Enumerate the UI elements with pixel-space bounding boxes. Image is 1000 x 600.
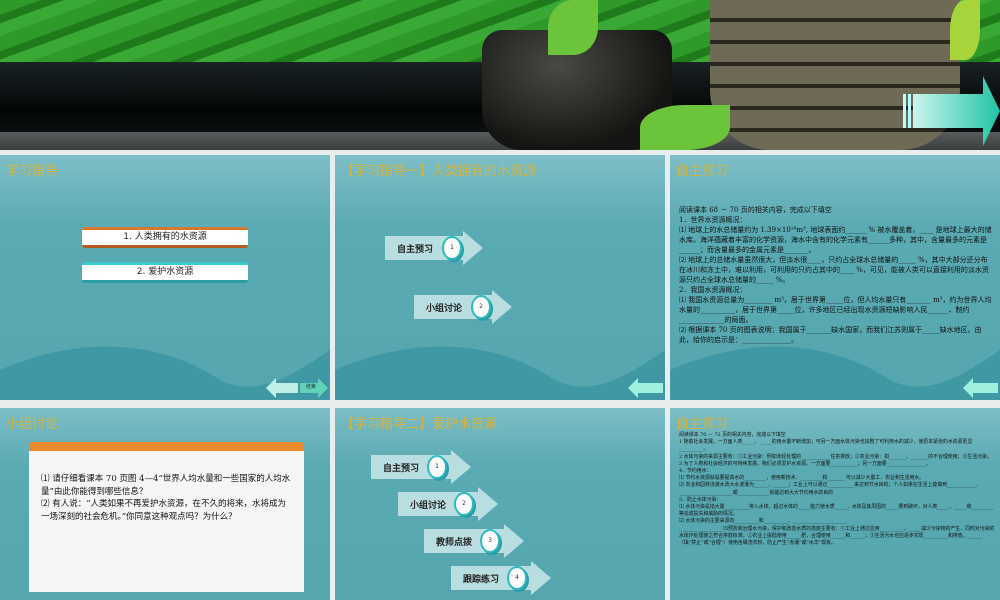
mint-leaves-image bbox=[640, 105, 730, 150]
wave-decoration bbox=[335, 346, 665, 400]
step-number: 4 bbox=[507, 566, 527, 590]
slide-title: 小组讨论 bbox=[6, 417, 59, 432]
slide-thumbnail-1[interactable]: 学习指导 1. 人类拥有的水资源 2. 爱护水资源 结束 bbox=[0, 155, 330, 400]
slide-title: 【学习指导二】爱护水资源 bbox=[341, 417, 498, 432]
leaf-image bbox=[950, 0, 980, 60]
title-slide-banner[interactable] bbox=[0, 0, 1000, 150]
step-self-study[interactable]: 自主预习 1 bbox=[371, 450, 481, 484]
step-label: 小组讨论 bbox=[426, 304, 463, 314]
fill-in-text: 阅读课本 68 － 70 页的相关内容，完成以下填空 1．世界水资源概况： ⑴ … bbox=[679, 206, 992, 344]
slide-thumbnail-2[interactable]: 【学习指导一】人类拥有的水资源 自主预习 1 小组讨论 2 bbox=[335, 155, 665, 400]
step-self-study[interactable]: 自主预习 1 bbox=[385, 231, 495, 265]
step-group-discussion[interactable]: 小组讨论 2 bbox=[398, 487, 508, 521]
discussion-text: ⑴ 请仔细看课本 70 页图 4—4“世界人均水量和一些国家的人均水量”由此你能… bbox=[41, 474, 291, 522]
slide-thumbnail-3[interactable]: 自主预习 阅读课本 68 － 70 页的相关内容，完成以下填空 1．世界水资源概… bbox=[670, 155, 1000, 400]
step-practice[interactable]: 跟踪练习 4 bbox=[451, 561, 561, 595]
step-label: 小组讨论 bbox=[410, 501, 447, 511]
step-teacher-guidance[interactable]: 教师点拨 3 bbox=[424, 524, 534, 558]
step-number: 2 bbox=[471, 295, 491, 319]
nav-arrows-button[interactable]: 结束 bbox=[266, 378, 328, 398]
slide-title: 【学习指导一】人类拥有的水资源 bbox=[341, 164, 537, 179]
back-arrow-icon[interactable] bbox=[628, 378, 663, 398]
fill-in-text: 阅读课本 70 － 72 页的相关内容，完成以下填空 1 随着社会发展，一方面人… bbox=[679, 432, 995, 547]
step-label: 跟踪练习 bbox=[463, 575, 500, 585]
slide-title: 学习指导 bbox=[6, 164, 59, 179]
slide-thumbnail-4[interactable]: 小组讨论 ⑴ 请仔细看课本 70 页图 4—4“世界人均水量和一些国家的人均水量… bbox=[0, 408, 330, 600]
back-arrow-icon[interactable] bbox=[963, 378, 998, 398]
step-group-discussion[interactable]: 小组讨论 2 bbox=[414, 290, 524, 324]
nav-end-label: 结束 bbox=[306, 384, 317, 390]
double-arrow-icon bbox=[266, 378, 328, 398]
slide-title: 自主预习 bbox=[676, 164, 729, 179]
step-number: 3 bbox=[480, 529, 500, 553]
slide-thumbnail-6[interactable]: 自主预习 阅读课本 70 － 72 页的相关内容，完成以下填空 1 随着社会发展… bbox=[670, 408, 1000, 600]
menu-item-water-resources[interactable]: 1. 人类拥有的水资源 bbox=[82, 227, 248, 248]
discussion-card: ⑴ 请仔细看课本 70 页图 4—4“世界人均水量和一些国家的人均水量”由此你能… bbox=[29, 442, 304, 592]
slide-title: 自主预习 bbox=[676, 417, 729, 432]
step-number: 1 bbox=[427, 455, 447, 479]
next-arrow-icon[interactable] bbox=[903, 76, 1000, 146]
mint-leaf-image bbox=[548, 0, 598, 55]
step-label: 教师点拨 bbox=[436, 538, 473, 548]
step-label: 自主预习 bbox=[383, 464, 420, 474]
step-label: 自主预习 bbox=[397, 245, 434, 255]
slide-thumbnail-5[interactable]: 【学习指导二】爱护水资源 自主预习 1 小组讨论 2 教师点拨 3 跟踪练习 4 bbox=[335, 408, 665, 600]
menu-item-protect-water[interactable]: 2. 爱护水资源 bbox=[82, 262, 248, 283]
step-number: 1 bbox=[442, 236, 462, 260]
step-number: 2 bbox=[454, 492, 474, 516]
